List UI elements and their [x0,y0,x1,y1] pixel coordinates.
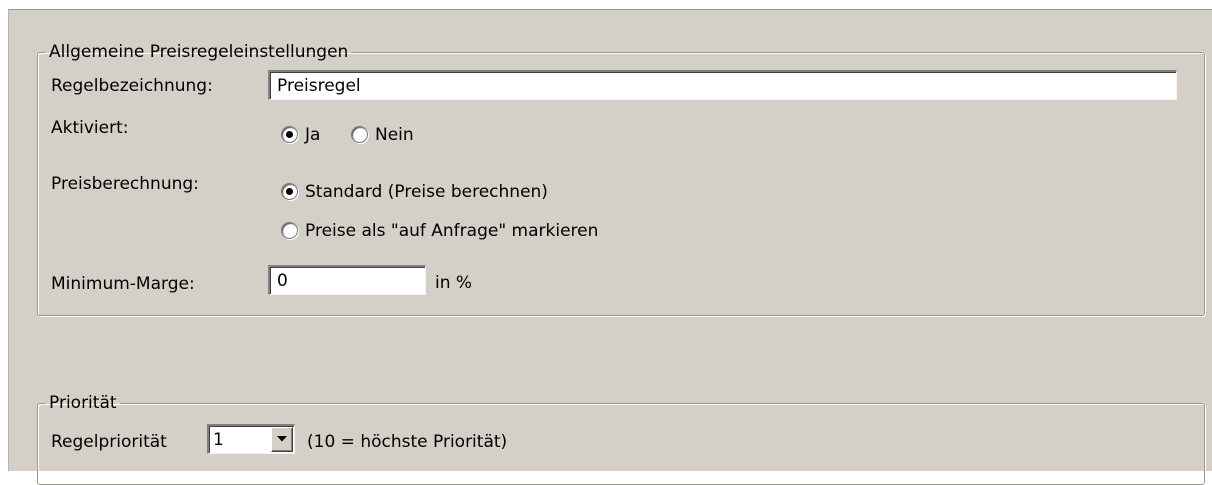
price-calc-on-request-radio[interactable] [281,222,298,239]
activated-label: Aktiviert: [51,118,129,138]
minimum-margin-label: Minimum-Marge: [51,274,195,294]
activated-yes-label[interactable]: Ja [305,125,320,145]
rule-name-input[interactable]: Preisregel [268,70,1177,100]
rule-priority-hint: (10 = höchste Priorität) [307,432,508,452]
price-calc-standard-label[interactable]: Standard (Preise berechnen) [305,182,548,202]
rule-priority-value: 1 [213,430,224,450]
radio-selected-dot [286,188,293,195]
priority-legend: Priorität [49,393,117,413]
rule-name-label: Regelbezeichnung: [51,76,213,96]
radio-selected-dot [286,131,293,138]
chevron-down-icon [277,436,287,442]
minimum-margin-unit: in % [435,273,473,293]
activated-no-label[interactable]: Nein [375,125,414,145]
minimum-margin-input[interactable]: 0 [268,265,426,295]
price-calculation-label: Preisberechnung: [51,174,199,194]
dropdown-button[interactable] [271,427,293,452]
price-calc-on-request-label[interactable]: Preise als "auf Anfrage" markieren [305,221,598,241]
rule-priority-label: Regelpriorität [51,432,167,452]
general-settings-legend: Allgemeine Preisregeleinstellungen [49,42,349,62]
activated-no-radio[interactable] [351,126,368,143]
activated-yes-radio[interactable] [281,126,298,143]
price-calc-standard-radio[interactable] [281,183,298,200]
settings-panel: Allgemeine Preisregeleinstellungen Regel… [8,9,1212,485]
rule-priority-select[interactable]: 1 [207,424,295,454]
